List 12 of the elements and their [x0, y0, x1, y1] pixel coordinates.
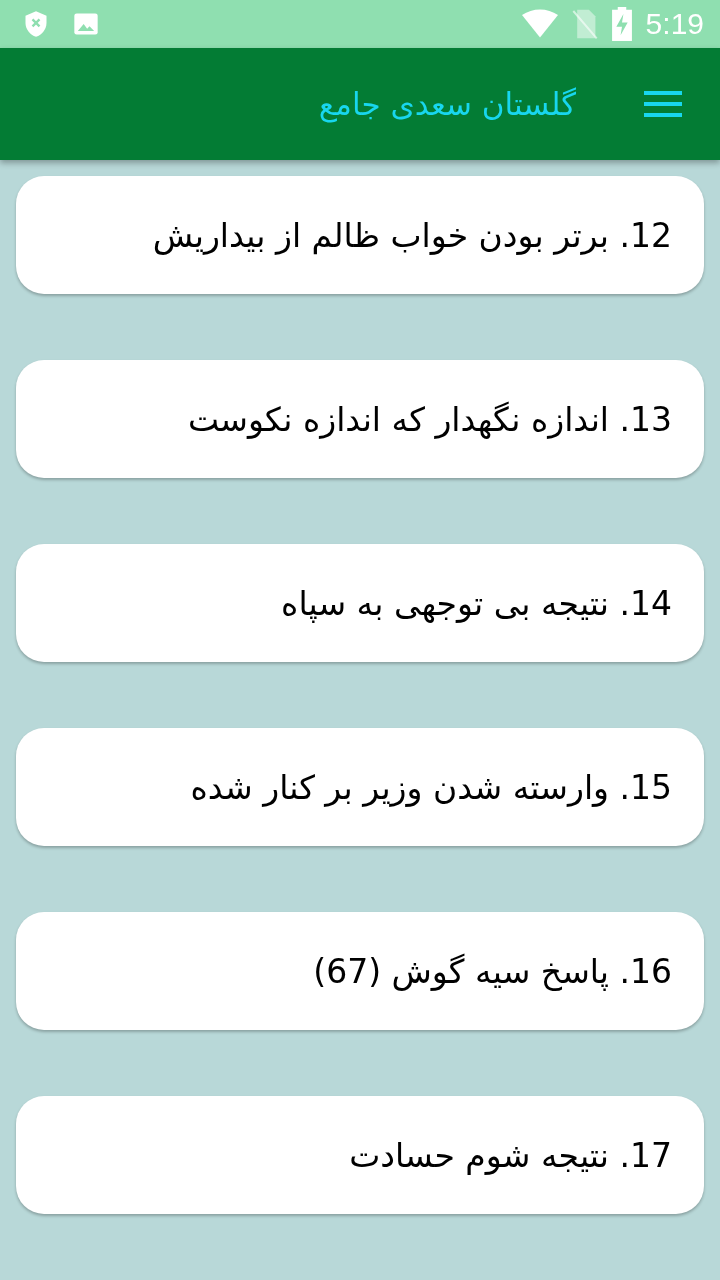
- no-sim-icon: [571, 8, 598, 40]
- chapter-card[interactable]: 12. برتر بودن خواب ظالم از بیداریش: [16, 176, 704, 294]
- menu-icon[interactable]: [644, 91, 682, 117]
- chapter-card[interactable]: 17. نتیجه شوم حسادت: [16, 1096, 704, 1214]
- chapter-card[interactable]: 16. پاسخ سیه گوش (67): [16, 912, 704, 1030]
- wifi-icon: [521, 9, 558, 39]
- app-title: گلستان سعدی جامع: [318, 86, 576, 122]
- chapter-card[interactable]: 15. وارسته شدن وزیر بر کنار شده: [16, 728, 704, 846]
- battery-charging-icon: [611, 7, 632, 41]
- status-time: 5:19: [645, 7, 704, 41]
- chapter-card[interactable]: 13. اندازه نگهدار که اندازه نکوست: [16, 360, 704, 478]
- chapter-card[interactable]: 14. نتیجه بی توجهی به سپاه: [16, 544, 704, 662]
